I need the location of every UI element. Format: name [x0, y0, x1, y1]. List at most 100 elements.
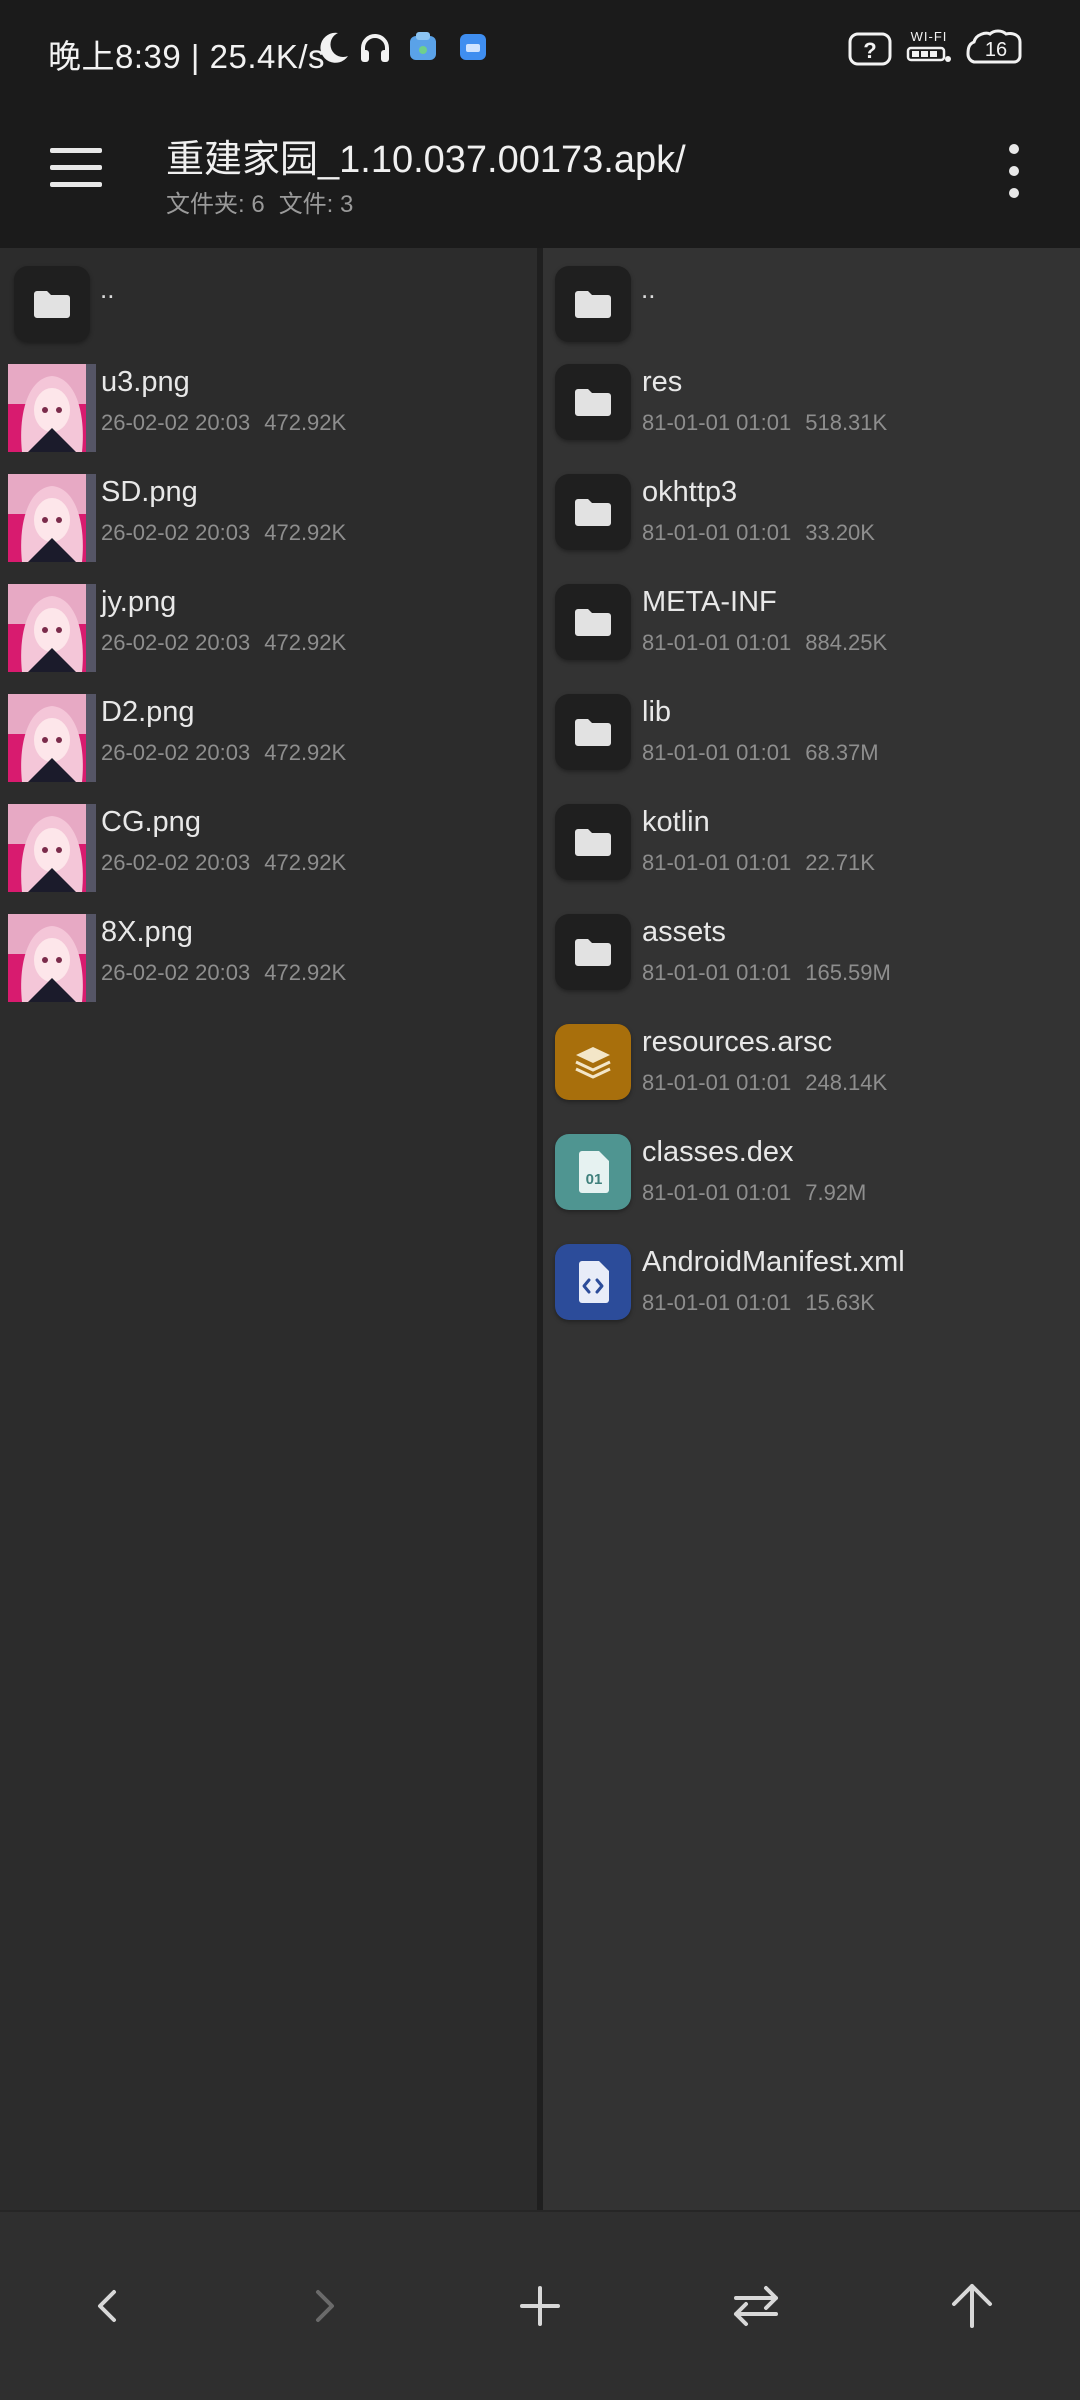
folder-row[interactable]: kotlin 81-01-01 01:01 22.71K	[543, 798, 1080, 898]
file-size: 22.71K	[805, 850, 875, 875]
file-name: u3.png	[101, 366, 190, 398]
folder-icon	[555, 914, 631, 990]
file-date: 81-01-01 01:01	[642, 1070, 792, 1095]
file-size: 68.37M	[805, 740, 879, 765]
folder-row[interactable]: lib 81-01-01 01:01 68.37M	[543, 688, 1080, 788]
file-date: 26-02-02 20:03	[101, 520, 251, 545]
folder-row[interactable]: META-INF 81-01-01 01:01 884.25K	[543, 578, 1080, 678]
file-row[interactable]: 8X.png 26-02-02 20:03 472.92K	[0, 908, 537, 1008]
file-date: 81-01-01 01:01	[642, 410, 792, 435]
folders-count: 文件夹: 6	[166, 191, 265, 218]
folder-icon	[555, 266, 631, 342]
folder-icon	[555, 584, 631, 660]
parent-directory-label: ..	[100, 274, 115, 304]
binary-file-icon: 01	[555, 1134, 631, 1210]
file-date: 81-01-01 01:01	[642, 1290, 792, 1315]
swap-icon[interactable]	[726, 2276, 786, 2336]
file-date: 81-01-01 01:01	[642, 520, 792, 545]
file-date: 81-01-01 01:01	[642, 960, 792, 985]
up-icon[interactable]	[942, 2276, 1002, 2336]
file-size: 165.59M	[805, 960, 891, 985]
file-size: 7.92M	[805, 1180, 867, 1205]
file-row[interactable]: SD.png 26-02-02 20:03 472.92K	[0, 468, 537, 568]
file-date: 26-02-02 20:03	[101, 630, 251, 655]
status-time-speed: 晚上8:39 | 25.4K/s	[48, 38, 326, 75]
add-icon[interactable]	[510, 2276, 570, 2336]
wifi-icon: WI-FI	[906, 30, 952, 64]
image-thumbnail	[8, 364, 96, 452]
file-meta: 81-01-01 01:01 33.20K	[642, 520, 875, 546]
file-name: 8X.png	[101, 916, 193, 948]
file-size: 472.92K	[264, 410, 347, 435]
file-row[interactable]: AndroidManifest.xml 81-01-01 01:01 15.63K	[543, 1238, 1080, 1338]
file-name: okhttp3	[642, 476, 738, 508]
svg-text:?: ?	[863, 38, 876, 63]
file-size: 472.92K	[264, 850, 347, 875]
file-meta: 81-01-01 01:01 7.92M	[642, 1180, 866, 1206]
parent-directory-label: ..	[641, 274, 656, 304]
menu-icon[interactable]	[50, 148, 102, 188]
folder-row[interactable]: okhttp3 81-01-01 01:01 33.20K	[543, 468, 1080, 568]
bottom-nav-bar	[0, 2210, 1080, 2400]
file-name: assets	[642, 916, 726, 948]
file-meta: 81-01-01 01:01 68.37M	[642, 740, 879, 766]
file-row[interactable]: resources.arsc 81-01-01 01:01 248.14K	[543, 1018, 1080, 1118]
file-size: 248.14K	[805, 1070, 888, 1095]
files-count: 文件: 3	[278, 191, 354, 218]
file-date: 26-02-02 20:03	[101, 960, 251, 985]
moon-icon	[318, 30, 350, 66]
headphones-icon	[358, 30, 392, 66]
file-row[interactable]: D2.png 26-02-02 20:03 472.92K	[0, 688, 537, 788]
folder-icon	[555, 364, 631, 440]
file-meta: 26-02-02 20:03 472.92K	[101, 960, 346, 986]
page-title: 重建家园_1.10.037.00173.apk/	[166, 139, 686, 181]
file-date: 81-01-01 01:01	[642, 1180, 792, 1205]
file-meta: 26-02-02 20:03 472.92K	[101, 740, 346, 766]
battery-icon: 16	[966, 28, 1022, 66]
forward-icon[interactable]	[294, 2276, 354, 2336]
left-file-pane[interactable]: .. u3.png 26-02-02 20:03 472.92K SD.png 26-0…	[0, 248, 537, 2210]
folder-icon	[555, 474, 631, 550]
more-vert-icon[interactable]	[1000, 144, 1028, 200]
file-row[interactable]: u3.png 26-02-02 20:03 472.92K	[0, 358, 537, 458]
file-date: 81-01-01 01:01	[642, 630, 792, 655]
file-size: 472.92K	[264, 960, 347, 985]
folder-row[interactable]: assets 81-01-01 01:01 165.59M	[543, 908, 1080, 1008]
back-icon[interactable]	[78, 2276, 138, 2336]
file-name: SD.png	[101, 476, 198, 508]
file-name: lib	[642, 696, 672, 728]
image-thumbnail	[8, 584, 96, 672]
file-meta: 81-01-01 01:01 884.25K	[642, 630, 887, 656]
app-icon	[458, 30, 488, 62]
file-size: 15.63K	[805, 1290, 875, 1315]
svg-text:16: 16	[985, 39, 1007, 61]
file-row[interactable]: jy.png 26-02-02 20:03 472.92K	[0, 578, 537, 678]
file-date: 26-02-02 20:03	[101, 850, 251, 875]
file-name: META-INF	[642, 586, 777, 618]
file-meta: 26-02-02 20:03 472.92K	[101, 520, 346, 546]
file-name: D2.png	[101, 696, 195, 728]
image-thumbnail	[8, 474, 96, 562]
file-meta: 81-01-01 01:01 165.59M	[642, 960, 891, 986]
image-thumbnail	[8, 694, 96, 782]
parent-directory-row[interactable]: ..	[0, 260, 537, 360]
layers-icon	[555, 1024, 631, 1100]
file-size: 518.31K	[805, 410, 888, 435]
parent-directory-row[interactable]: ..	[543, 260, 1080, 360]
folder-file-count: 文件夹: 6 文件: 3	[166, 184, 367, 219]
file-name: resources.arsc	[642, 1026, 833, 1058]
right-file-pane[interactable]: .. res 81-01-01 01:01 518.31K okhttp3 81-01-…	[543, 248, 1080, 2210]
file-name: classes.dex	[642, 1136, 794, 1168]
file-row[interactable]: CG.png 26-02-02 20:03 472.92K	[0, 798, 537, 898]
file-row[interactable]: 01 classes.dex 81-01-01 01:01 7.92M	[543, 1128, 1080, 1228]
file-name: kotlin	[642, 806, 710, 838]
file-name: AndroidManifest.xml	[642, 1246, 905, 1278]
top-toolbar: 重建家园_1.10.037.00173.apk/ 文件夹: 6 文件: 3	[0, 100, 1080, 248]
folder-icon	[555, 694, 631, 770]
file-meta: 81-01-01 01:01 15.63K	[642, 1290, 875, 1316]
folder-row[interactable]: res 81-01-01 01:01 518.31K	[543, 358, 1080, 458]
file-name: res	[642, 366, 683, 398]
image-thumbnail	[8, 914, 96, 1002]
file-size: 884.25K	[805, 630, 888, 655]
file-meta: 81-01-01 01:01 248.14K	[642, 1070, 887, 1096]
